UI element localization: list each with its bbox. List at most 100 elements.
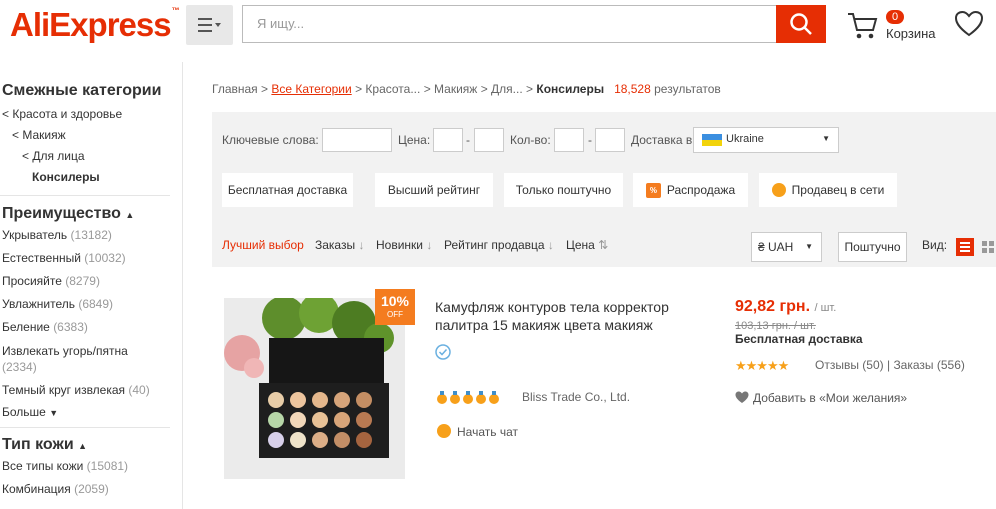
grid-view-button[interactable] xyxy=(980,238,996,256)
chevron-down-icon: ▼ xyxy=(805,242,813,251)
currency-select[interactable]: ₴ UAH ▼ xyxy=(751,232,822,262)
seller-level-medals-icon xyxy=(436,391,500,410)
price-min-input[interactable] xyxy=(433,128,463,152)
cart-icon xyxy=(848,13,878,39)
sort-bar: Лучший выбор Заказы ↓ Новинки ↓ Рейтинг … xyxy=(212,220,996,267)
filter-option[interactable]: Просияйте (8279) xyxy=(2,274,100,288)
chat-icon xyxy=(437,424,451,438)
add-to-wishlist-button[interactable]: Добавить в «Мои желания» xyxy=(735,391,907,405)
caret-down-icon: ▼ xyxy=(49,408,59,418)
quantity-label: Кол-во: xyxy=(510,133,551,147)
sort-best-match[interactable]: Лучший выбор xyxy=(222,238,304,252)
show-more-link[interactable]: Больше ▼ xyxy=(2,405,58,419)
free-shipping-label: Бесплатная доставка xyxy=(735,332,863,346)
cart-label: Корзина xyxy=(886,26,936,41)
seller-name-link[interactable]: Bliss Trade Co., Ltd. xyxy=(522,390,630,404)
sort-newest[interactable]: Новинки ↓ xyxy=(376,238,432,252)
breadcrumb-current: Консилеры xyxy=(536,82,605,96)
header: AliExpress™ 0 Корзина xyxy=(0,0,996,62)
quantity-min-input[interactable] xyxy=(554,128,584,152)
sidebar-item-concealers[interactable]: Консилеры xyxy=(32,170,100,184)
filter-panel: Ключевые слова: Цена: - Кол-во: - Достав… xyxy=(212,112,996,267)
search-button[interactable] xyxy=(776,5,826,43)
cart-count-badge: 0 xyxy=(886,10,905,24)
results-label: результатов xyxy=(654,82,721,96)
hamburger-icon xyxy=(197,18,221,32)
sidebar-item-beauty-health[interactable]: < Красота и здоровье xyxy=(2,107,122,121)
free-shipping-button[interactable]: Бесплатная доставка xyxy=(222,173,353,207)
filter-option[interactable]: Все типы кожи (15081) xyxy=(2,459,128,473)
search-box xyxy=(242,5,826,43)
divider xyxy=(0,195,170,196)
filter-option[interactable]: Извлекать угорь/пятна (2334) xyxy=(2,343,172,375)
sort-orders[interactable]: Заказы ↓ xyxy=(315,238,364,252)
arrow-down-icon: ↓ xyxy=(426,238,433,252)
skin-type-filter-title[interactable]: Тип кожи ▲ xyxy=(2,436,87,454)
related-categories-title: Смежные категории xyxy=(2,82,162,99)
sort-price[interactable]: Цена ⇅ xyxy=(566,238,608,252)
breadcrumb-makeup[interactable]: Макияж xyxy=(434,82,477,96)
reviews-link[interactable]: Отзывы (50) xyxy=(815,358,884,372)
reviews-orders: Отзывы (50) | Заказы (556) xyxy=(815,358,965,372)
benefit-filter-title[interactable]: Преимущество ▲ xyxy=(2,205,134,223)
list-view-button[interactable] xyxy=(956,238,974,256)
filter-option[interactable]: Укрыватель (13182) xyxy=(2,228,112,242)
heart-icon xyxy=(954,10,984,37)
sort-seller-rating[interactable]: Рейтинг продавца ↓ xyxy=(444,238,554,252)
filter-option[interactable]: Беление (6383) xyxy=(2,320,88,334)
results-count: 18,528 xyxy=(614,82,651,96)
seller-online-button[interactable]: Продавец в сети xyxy=(759,173,897,207)
filter-option[interactable]: Темный круг извлекая (40) xyxy=(2,383,150,397)
product-image[interactable] xyxy=(224,298,405,479)
orders-link[interactable]: Заказы (556) xyxy=(893,358,964,372)
caret-up-icon: ▲ xyxy=(125,210,135,220)
list-view-icon xyxy=(960,242,970,252)
filter-option[interactable]: Естественный (10032) xyxy=(2,251,126,265)
old-price: 103,13 грн. / шт. xyxy=(735,320,816,332)
sale-tag-icon: % xyxy=(645,182,661,198)
search-icon xyxy=(790,13,812,35)
arrow-down-icon: ↓ xyxy=(358,238,365,252)
divider xyxy=(0,427,170,428)
view-label: Вид: xyxy=(922,238,948,252)
concealer-palette-image xyxy=(224,298,405,479)
aliexpress-logo[interactable]: AliExpress™ xyxy=(10,6,180,44)
breadcrumb-beauty[interactable]: Красота... xyxy=(365,82,420,96)
sidebar-item-makeup[interactable]: < Макияж xyxy=(12,128,66,142)
breadcrumb: Главная > Все Категории > Красота... > М… xyxy=(212,82,721,96)
caret-up-icon: ▲ xyxy=(78,441,88,451)
breadcrumb-all-categories[interactable]: Все Категории xyxy=(271,82,351,96)
filter-option[interactable]: Комбинация (2059) xyxy=(2,482,109,496)
verified-icon xyxy=(435,344,451,363)
arrow-updown-icon: ⇅ xyxy=(598,238,609,252)
discount-badge: 10% OFF xyxy=(375,289,415,325)
sidebar: Смежные категории < Красота и здоровье <… xyxy=(0,62,183,509)
product-title-link[interactable]: Камуфляж контуров тела корректор палитра… xyxy=(435,298,695,334)
keywords-input[interactable] xyxy=(322,128,392,152)
categories-menu-button[interactable] xyxy=(186,5,233,45)
per-piece-toggle[interactable]: Поштучно xyxy=(838,232,907,262)
chevron-down-icon: ▼ xyxy=(822,134,830,143)
online-status-icon xyxy=(771,183,786,197)
delivery-label: Доставка в xyxy=(631,133,693,147)
heart-icon xyxy=(735,391,749,403)
top-rated-button[interactable]: Высший рейтинг xyxy=(375,173,493,207)
breadcrumb-home[interactable]: Главная xyxy=(212,82,258,96)
breadcrumb-face[interactable]: Для... xyxy=(491,82,523,96)
search-input[interactable] xyxy=(255,15,759,32)
quantity-max-input[interactable] xyxy=(595,128,625,152)
delivery-country-select[interactable]: Ukraine ▼ xyxy=(693,127,839,153)
price-max-input[interactable] xyxy=(474,128,504,152)
start-chat-button[interactable]: Начать чат xyxy=(437,424,518,439)
sale-button[interactable]: % Распродажа xyxy=(633,173,748,207)
arrow-down-icon: ↓ xyxy=(547,238,554,252)
sidebar-item-face[interactable]: < Для лица xyxy=(22,149,85,163)
ukraine-flag-icon xyxy=(702,134,722,146)
grid-view-icon xyxy=(982,241,994,253)
cart-button[interactable]: 0 Корзина xyxy=(846,8,941,48)
keywords-label: Ключевые слова: xyxy=(222,133,319,147)
product-price: 92,82 грн. / шт. xyxy=(735,298,837,315)
single-item-button[interactable]: Только поштучно xyxy=(504,173,623,207)
filter-option[interactable]: Увлажнитель (6849) xyxy=(2,297,113,311)
wishlist-header-button[interactable] xyxy=(954,10,984,41)
